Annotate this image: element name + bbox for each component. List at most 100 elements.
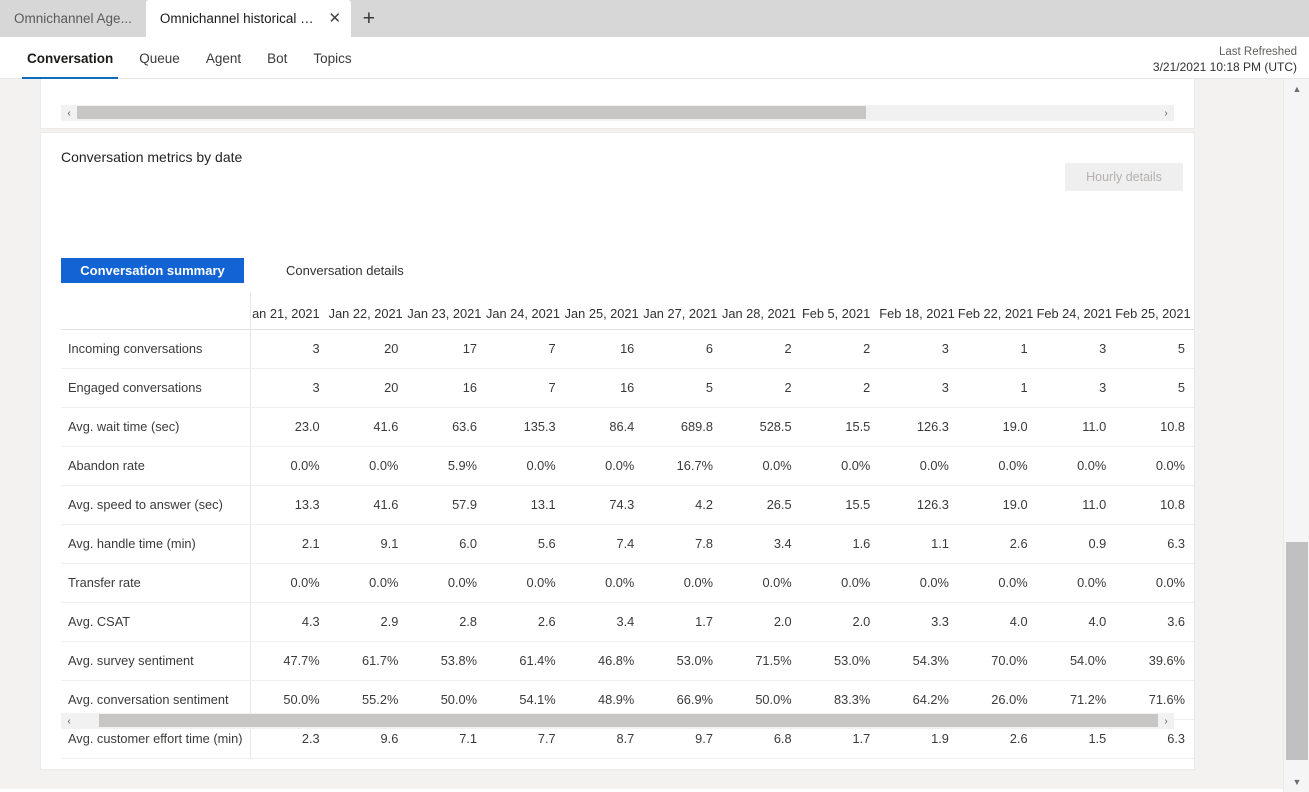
matrix-cell[interactable]: 0.0% — [1115, 563, 1194, 603]
matrix-cell[interactable]: 2.6 — [485, 602, 565, 642]
matrix-column-header[interactable]: Feb 24, 2021 — [1037, 293, 1116, 329]
scrollbar-track[interactable] — [77, 713, 1158, 729]
browser-tab-active[interactable]: Omnichannel historical an... ✕ — [145, 0, 351, 37]
tab-conversation[interactable]: Conversation — [14, 37, 126, 79]
matrix-cell[interactable]: 3 — [879, 329, 958, 369]
matrix-cell[interactable]: 2 — [721, 329, 801, 369]
matrix-cell[interactable]: 126.3 — [879, 407, 958, 447]
matrix-cell[interactable]: 7.4 — [564, 524, 644, 564]
matrix-cell[interactable]: 1.1 — [879, 524, 958, 564]
matrix-cell[interactable]: 0.0% — [879, 446, 958, 486]
matrix-cell[interactable]: 2.0 — [721, 602, 801, 642]
matrix-cell[interactable]: 46.8% — [564, 641, 644, 681]
matrix-cell[interactable]: 0.0% — [250, 563, 329, 603]
matrix-cell[interactable]: 2.1 — [250, 524, 329, 564]
matrix-cell[interactable]: 0.0% — [564, 563, 644, 603]
matrix-cell[interactable]: 4.0 — [1036, 602, 1116, 642]
matrix-cell[interactable]: 5.9% — [407, 446, 486, 486]
browser-tab-inactive[interactable]: Omnichannel Age... — [0, 0, 146, 37]
matrix-cell[interactable]: 0.0% — [721, 446, 801, 486]
tab-agent[interactable]: Agent — [193, 37, 254, 79]
matrix-cell[interactable]: 126.3 — [879, 485, 958, 525]
toggle-conversation-summary[interactable]: Conversation summary — [61, 258, 244, 283]
scroll-right-icon[interactable]: › — [1158, 713, 1174, 729]
matrix-cell[interactable]: 3 — [879, 368, 958, 408]
matrix-row-label[interactable]: Transfer rate — [61, 563, 251, 603]
matrix-cell[interactable]: 0.0% — [721, 563, 801, 603]
matrix-cell[interactable]: 41.6 — [328, 407, 408, 447]
hourly-details-button[interactable]: Hourly details — [1065, 163, 1183, 191]
matrix-cell[interactable]: 1 — [957, 329, 1037, 369]
matrix-cell[interactable]: 20 — [328, 368, 408, 408]
matrix-cell[interactable]: 0.0% — [1036, 446, 1116, 486]
matrix-cell[interactable]: 2.9 — [328, 602, 408, 642]
matrix-cell[interactable]: 0.9 — [1036, 524, 1116, 564]
matrix-cell[interactable]: 26.5 — [721, 485, 801, 525]
matrix-cell[interactable]: 53.0% — [800, 641, 880, 681]
tab-queue[interactable]: Queue — [126, 37, 193, 79]
matrix-cell[interactable]: 4.0 — [957, 602, 1037, 642]
matrix-cell[interactable]: 3 — [1036, 329, 1116, 369]
matrix-cell[interactable]: 1 — [957, 368, 1037, 408]
matrix-cell[interactable]: 17 — [407, 329, 486, 369]
matrix-cell[interactable]: 16 — [564, 329, 644, 369]
matrix-cell[interactable]: 3 — [250, 368, 329, 408]
scroll-right-icon[interactable]: › — [1158, 105, 1174, 121]
matrix-row-label[interactable]: Avg. CSAT — [61, 602, 251, 642]
new-tab-icon[interactable]: + — [351, 0, 387, 37]
scroll-left-icon[interactable]: ‹ — [61, 105, 77, 121]
matrix-row-label[interactable]: Avg. wait time (sec) — [61, 407, 251, 447]
matrix-cell[interactable]: 71.5% — [721, 641, 801, 681]
matrix-cell[interactable]: 2.8 — [407, 602, 486, 642]
close-icon[interactable]: ✕ — [325, 9, 345, 29]
matrix-cell[interactable]: 528.5 — [721, 407, 801, 447]
matrix-column-header[interactable]: Jan 23, 2021 — [407, 293, 486, 329]
matrix-column-header[interactable]: Jan 27, 2021 — [643, 293, 722, 329]
matrix-cell[interactable]: 19.0 — [957, 407, 1037, 447]
matrix-cell[interactable]: 16 — [564, 368, 644, 408]
matrix-cell[interactable]: 3.3 — [879, 602, 958, 642]
matrix-cell[interactable]: 1.7 — [643, 602, 722, 642]
matrix-cell[interactable]: 61.4% — [485, 641, 565, 681]
matrix-cell[interactable]: 7 — [485, 329, 565, 369]
matrix-column-header[interactable]: Jan 24, 2021 — [486, 293, 565, 329]
matrix-cell[interactable]: 86.4 — [564, 407, 644, 447]
matrix-cell[interactable]: 0.0% — [800, 563, 880, 603]
matrix-cell[interactable]: 6 — [643, 329, 722, 369]
matrix-column-header[interactable]: Feb 22, 2021 — [958, 293, 1037, 329]
matrix-cell[interactable]: 0.0% — [879, 563, 958, 603]
window-vertical-scrollbar[interactable]: ▲ ▼ — [1283, 79, 1309, 792]
matrix-cell[interactable]: 2 — [800, 329, 880, 369]
matrix-row-label[interactable]: Avg. handle time (min) — [61, 524, 251, 564]
matrix-cell[interactable]: 2.0 — [800, 602, 880, 642]
matrix-cell[interactable]: 0.0% — [800, 446, 880, 486]
matrix-row-label[interactable]: Engaged conversations — [61, 368, 251, 408]
matrix-cell[interactable]: 0.0% — [564, 446, 644, 486]
matrix-cell[interactable]: 2 — [800, 368, 880, 408]
matrix-cell[interactable]: 13.3 — [250, 485, 329, 525]
matrix-column-header[interactable]: Feb 25, 2021 — [1115, 293, 1194, 329]
matrix-cell[interactable]: 0.0% — [407, 563, 486, 603]
matrix-cell[interactable]: 135.3 — [485, 407, 565, 447]
scrollbar-thumb[interactable] — [1286, 542, 1308, 760]
matrix-cell[interactable]: 9.1 — [328, 524, 408, 564]
matrix-row-label[interactable]: Avg. speed to answer (sec) — [61, 485, 251, 525]
matrix-cell[interactable]: 19.0 — [957, 485, 1037, 525]
matrix-cell[interactable]: 41.6 — [328, 485, 408, 525]
matrix-cell[interactable]: 3 — [250, 329, 329, 369]
matrix-cell[interactable]: 15.5 — [800, 485, 880, 525]
matrix-cell[interactable]: 5 — [643, 368, 722, 408]
matrix-cell[interactable]: 20 — [328, 329, 408, 369]
matrix-column-header[interactable]: Jan 25, 2021 — [565, 293, 644, 329]
matrix-cell[interactable]: 11.0 — [1036, 485, 1116, 525]
matrix-cell[interactable]: 2.6 — [957, 524, 1037, 564]
matrix-cell[interactable]: 0.0% — [1036, 563, 1116, 603]
scrollbar-thumb[interactable] — [77, 106, 867, 119]
matrix-column-header[interactable]: Jan 22, 2021 — [329, 293, 408, 329]
upper-horizontal-scrollbar[interactable]: ‹ › — [61, 105, 1174, 121]
matrix-cell[interactable]: 16 — [407, 368, 486, 408]
matrix-cell[interactable]: 0.0% — [957, 563, 1037, 603]
matrix-horizontal-scrollbar[interactable]: ‹ › — [61, 713, 1174, 729]
matrix-cell[interactable]: 47.7% — [250, 641, 329, 681]
scroll-left-icon[interactable]: ‹ — [61, 713, 77, 729]
